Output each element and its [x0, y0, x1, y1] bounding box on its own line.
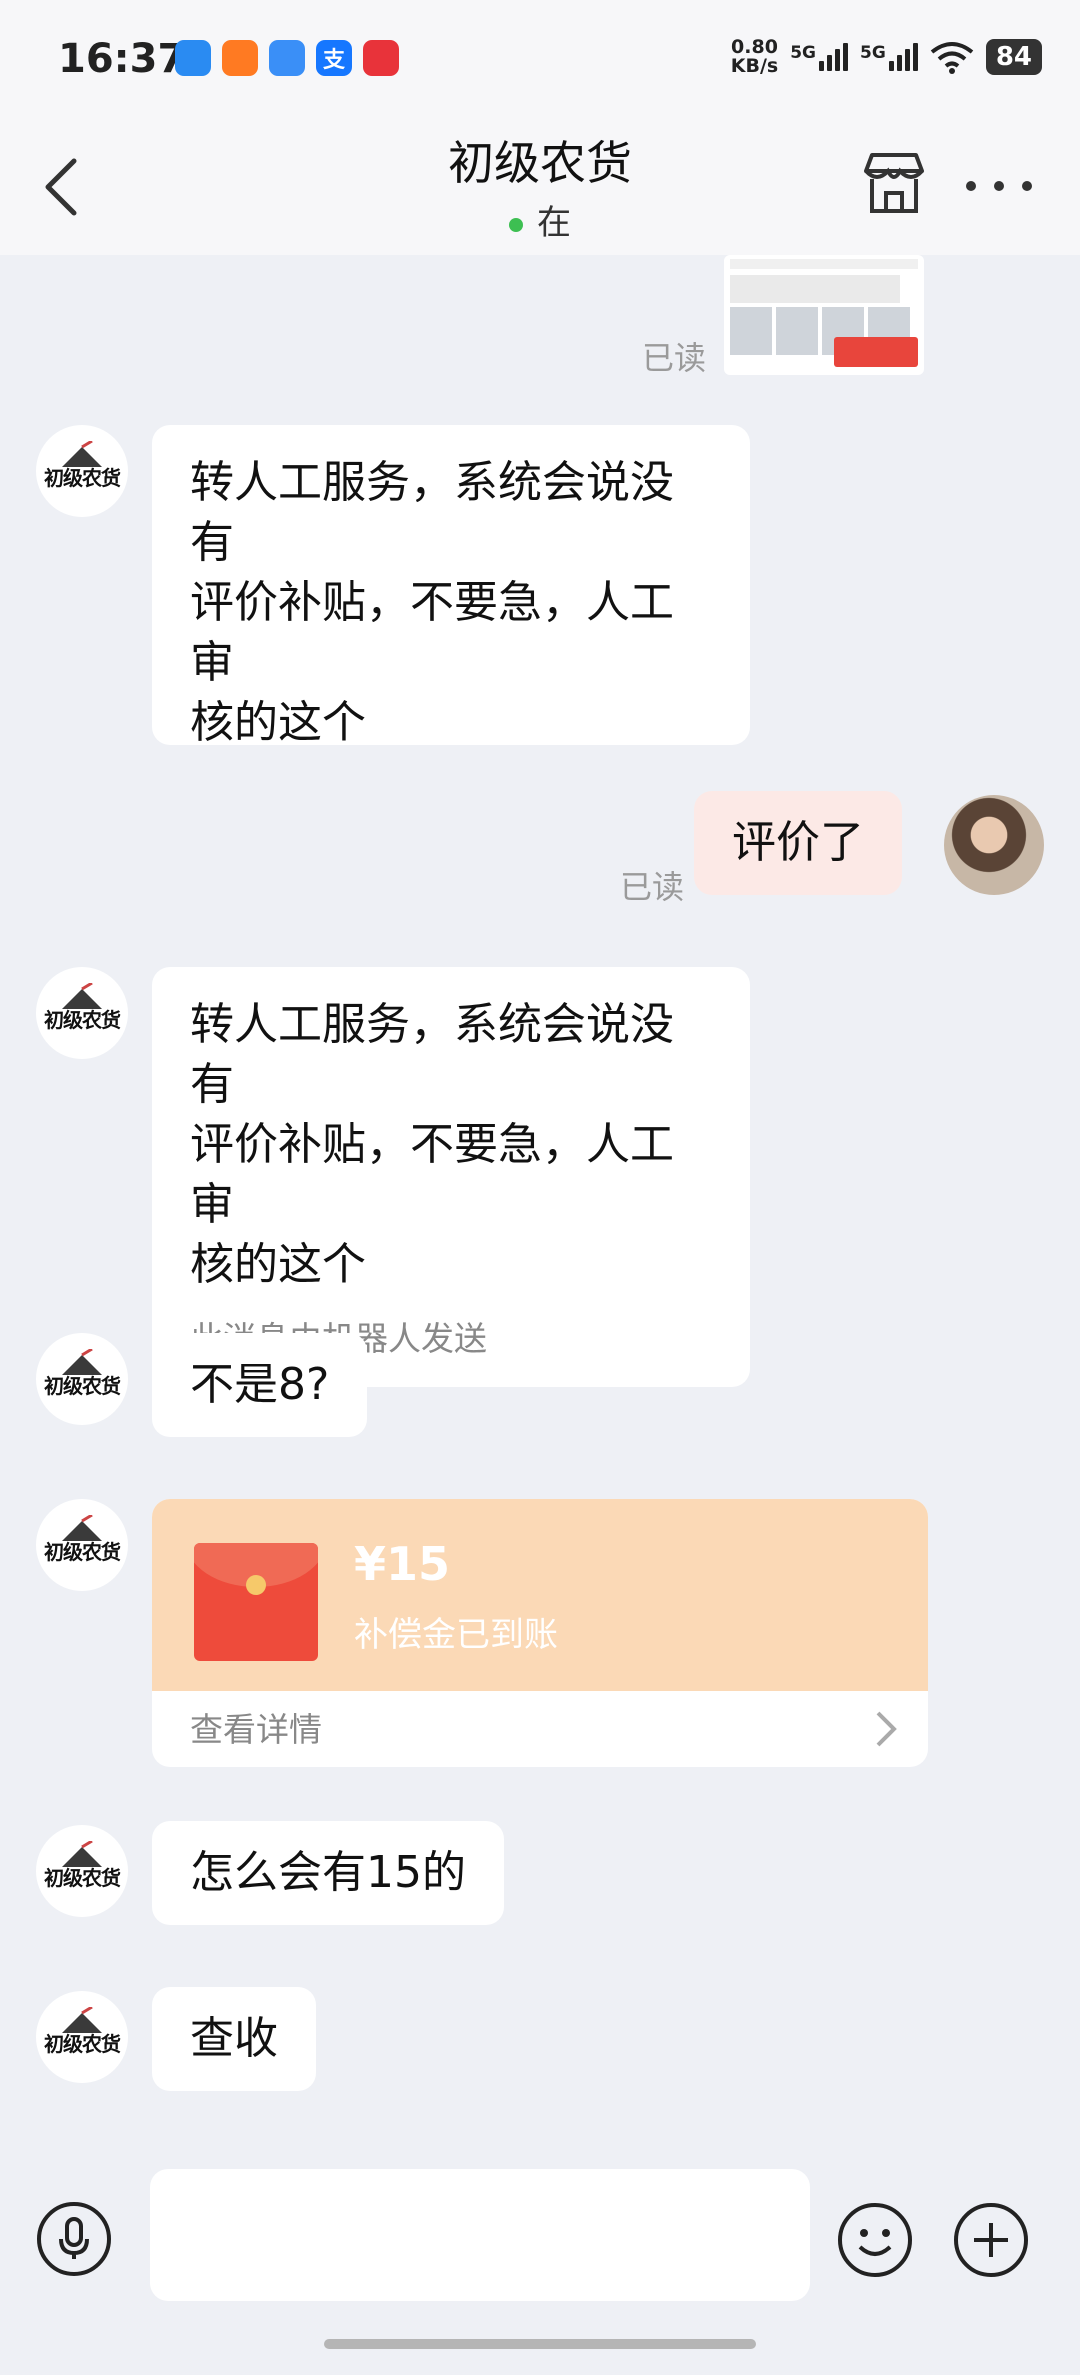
sim1-label: 5G [790, 43, 817, 63]
read-receipt: 已读 [642, 339, 707, 377]
user-message-bubble[interactable]: 评价了 [694, 791, 902, 895]
message-line: 转人工服务，系统会说没有 [190, 999, 674, 1110]
status-bar: 16:37 支 0.80 KB/s 5G 5G 84 [0, 0, 1080, 125]
message-bubble[interactable]: 怎么会有15的 [152, 1821, 504, 1925]
voice-input-icon[interactable] [36, 2201, 112, 2277]
shop-logo-text: 初级农货 [44, 1540, 121, 1564]
app-icon-2 [222, 40, 258, 76]
status-indicators: 0.80 KB/s 5G 5G 84 [731, 38, 1042, 76]
net-speed: 0.80 KB/s [731, 38, 778, 76]
message-line: 核的这个 [190, 697, 366, 748]
compensation-red-packet-card[interactable]: ¥15 补偿金已到账 查看详情 [152, 1499, 928, 1767]
message-line: 评价补贴，不要急，人工审 [190, 1119, 674, 1230]
chat-message-list[interactable]: 已读 初级农货 转人工服务，系统会说没有 评价补贴，不要急，人工审 核的这个 评… [0, 255, 1080, 2155]
online-dot-icon [509, 217, 523, 232]
shared-screenshot-thumbnail[interactable] [724, 255, 924, 375]
shop-logo-text: 初级农货 [44, 1008, 121, 1032]
red-packet-description: 补偿金已到账 [354, 1615, 558, 1655]
shop-avatar[interactable]: 初级农货 [36, 1499, 128, 1591]
signal-icon-2: 5G [860, 43, 918, 71]
shop-logo-text: 初级农货 [44, 466, 121, 490]
red-envelope-icon [194, 1543, 318, 1661]
net-speed-unit: KB/s [730, 55, 779, 77]
red-packet-amount: ¥15 [354, 1537, 451, 1591]
emoji-icon[interactable] [836, 2201, 914, 2279]
shop-logo-text: 初级农货 [44, 1374, 121, 1398]
shop-logo-text: 初级农货 [44, 2032, 121, 2056]
shop-avatar[interactable]: 初级农货 [36, 1991, 128, 2083]
shop-icon[interactable] [858, 147, 930, 219]
add-attachment-icon[interactable] [952, 2201, 1030, 2279]
alipay-icon: 支 [316, 40, 352, 76]
shop-avatar[interactable]: 初级农货 [36, 1825, 128, 1917]
music-icon [363, 40, 399, 76]
more-options-icon[interactable] [964, 179, 1034, 193]
user-avatar[interactable] [944, 795, 1044, 895]
message-line: 评价补贴，不要急，人工审 [190, 577, 674, 688]
read-receipt: 已读 [620, 868, 685, 906]
chat-header: 初级农货 在 [0, 125, 1080, 255]
message-line: 转人工服务，系统会说没有 [190, 457, 674, 568]
battery-icon: 84 [985, 39, 1042, 75]
status-time: 16:37 [58, 36, 186, 82]
presence-label: 在 [537, 203, 571, 243]
message-bubble[interactable]: 不是8? [152, 1333, 368, 1437]
shop-avatar[interactable]: 初级农货 [36, 425, 128, 517]
message-line: 核的这个 [190, 1239, 366, 1290]
status-app-icons: 支 [175, 40, 399, 76]
message-bubble[interactable]: 查收 [152, 1987, 316, 2091]
signal-icon: 5G [790, 43, 849, 71]
chevron-right-icon [876, 1711, 897, 1747]
wifi-icon [930, 42, 974, 74]
app-icon-3 [269, 40, 305, 76]
message-composer [0, 2155, 1080, 2375]
app-icon-1 [175, 40, 211, 76]
message-bubble[interactable]: 转人工服务，系统会说没有 评价补贴，不要急，人工审 核的这个 此消息由机器人发送 [152, 967, 750, 1387]
shop-avatar[interactable]: 初级农货 [36, 967, 128, 1059]
red-packet-header: ¥15 补偿金已到账 [152, 1499, 928, 1691]
message-bubble[interactable]: 转人工服务，系统会说没有 评价补贴，不要急，人工审 核的这个 [152, 425, 750, 748]
sim2-label: 5G [860, 43, 886, 63]
message-input[interactable] [150, 2169, 810, 2301]
view-details-link[interactable]: 查看详情 [190, 1703, 322, 1751]
shop-logo-text: 初级农货 [44, 1866, 121, 1890]
shop-avatar[interactable]: 初级农货 [36, 1333, 128, 1425]
home-indicator[interactable] [324, 2339, 756, 2349]
